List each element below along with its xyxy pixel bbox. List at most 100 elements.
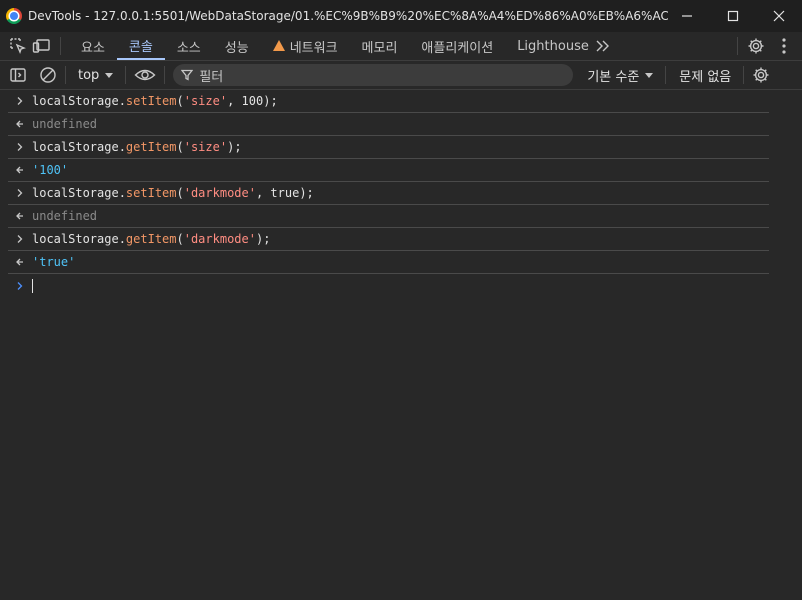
- filter-placeholder: 필터: [199, 69, 224, 85]
- result-arrow-icon: [8, 165, 32, 175]
- clear-icon: [40, 67, 56, 83]
- input-chevron-icon: [8, 96, 32, 106]
- tab-label: Lighthouse: [517, 38, 589, 54]
- sidebar-icon: [10, 68, 26, 82]
- more-options-button[interactable]: [774, 36, 794, 56]
- tab-console[interactable]: 콘솔: [116, 32, 165, 60]
- tab-label: 성능: [224, 40, 249, 56]
- settings-button[interactable]: [746, 36, 766, 56]
- warning-icon: [272, 39, 285, 51]
- console-output-line: '100': [8, 159, 769, 182]
- code-token: (: [176, 232, 184, 246]
- code-token: , true);: [255, 186, 314, 200]
- close-icon: [773, 10, 785, 22]
- maximize-button[interactable]: [710, 0, 756, 32]
- device-toolbar-button[interactable]: [32, 36, 52, 56]
- tab-label: 네트워크: [289, 40, 338, 56]
- console-output-line: 'true': [8, 251, 769, 274]
- issues-counter[interactable]: 문제 없음: [679, 66, 731, 85]
- result-arrow-icon: [8, 257, 32, 267]
- code-token: (: [176, 186, 184, 200]
- tab-label: 소스: [176, 40, 201, 56]
- tabbar-divider: [737, 37, 738, 55]
- console-toolbar: top 필터 기본 수준 문제 없음: [0, 61, 802, 90]
- toolbar-divider: [65, 66, 66, 84]
- code-token: 'true': [32, 255, 76, 269]
- gear-icon: [748, 38, 764, 54]
- console-settings-button[interactable]: [750, 64, 772, 86]
- live-expression-button[interactable]: [132, 64, 158, 86]
- code-token: );: [227, 140, 242, 154]
- console-code: localStorage.setItem('darkmode', true);: [32, 186, 314, 200]
- sidebar-toggle-button[interactable]: [7, 64, 29, 86]
- toolbar-divider: [125, 66, 127, 84]
- toolbar-divider: [164, 66, 166, 84]
- console-input-line: localStorage.getItem('size');: [8, 136, 769, 159]
- tabbar-divider: [60, 37, 61, 55]
- console-code: undefined: [32, 117, 97, 131]
- console-code: localStorage.getItem('darkmode');: [32, 232, 270, 246]
- more-tabs-button[interactable]: [593, 36, 613, 56]
- console-output-line: undefined: [8, 205, 769, 228]
- tab-application[interactable]: 애플리케이션: [409, 32, 505, 60]
- console-code: '100': [32, 163, 68, 177]
- window-controls: [664, 0, 802, 32]
- input-chevron-icon: [8, 234, 32, 244]
- tab-memory[interactable]: 메모리: [350, 32, 410, 60]
- input-chevron-icon: [8, 142, 32, 152]
- window-titlebar: DevTools - 127.0.0.1:5501/WebDataStorage…: [0, 0, 802, 32]
- tab-network[interactable]: 네트워크: [261, 32, 350, 60]
- caret-down-icon: [645, 72, 654, 78]
- code-token: 'darkmode': [183, 186, 256, 200]
- maximize-icon: [727, 10, 739, 22]
- kebab-menu-icon: [782, 38, 786, 54]
- code-token: undefined: [32, 117, 98, 131]
- tab-label: 메모리: [361, 40, 398, 56]
- text-cursor: [32, 278, 33, 293]
- input-chevron-icon: [8, 188, 32, 198]
- console-messages[interactable]: localStorage.setItem('size', 100); undefi…: [0, 90, 802, 600]
- inspect-element-button[interactable]: [8, 36, 28, 56]
- code-token: getItem: [125, 232, 177, 246]
- console-prompt[interactable]: [8, 274, 769, 297]
- code-token: );: [255, 232, 271, 246]
- tab-label: 콘솔: [128, 39, 153, 55]
- code-token: 'size': [183, 140, 228, 154]
- tab-sources[interactable]: 소스: [165, 32, 213, 60]
- close-button[interactable]: [756, 0, 802, 32]
- code-token: localStorage.: [32, 232, 126, 246]
- tab-elements[interactable]: 요소: [69, 32, 117, 60]
- tab-label: 애플리케이션: [421, 40, 494, 56]
- window-title: DevTools - 127.0.0.1:5501/WebDataStorage…: [28, 9, 668, 23]
- clear-console-button[interactable]: [37, 64, 59, 86]
- code-token: 'size': [183, 94, 228, 108]
- console-code: 'true': [32, 255, 75, 269]
- console-code: localStorage.getItem('size');: [32, 140, 242, 154]
- context-selector[interactable]: top: [72, 68, 119, 83]
- code-token: setItem: [125, 186, 177, 200]
- code-token: , 100);: [227, 94, 278, 108]
- console-input-line: localStorage.setItem('darkmode', true);: [8, 182, 769, 205]
- chevron-double-right-icon: [596, 40, 609, 52]
- caret-down-icon: [105, 72, 114, 78]
- log-level-label: 기본 수준: [587, 69, 640, 85]
- code-token: (: [176, 140, 184, 154]
- minimize-button[interactable]: [664, 0, 710, 32]
- tab-performance[interactable]: 성능: [213, 32, 261, 60]
- inspect-icon: [10, 38, 26, 54]
- toolbar-divider: [743, 66, 745, 84]
- console-input-line: localStorage.setItem('size', 100);: [8, 90, 769, 113]
- console-input-line: localStorage.getItem('darkmode');: [8, 228, 769, 251]
- code-token: 'darkmode': [183, 232, 256, 246]
- toolbar-divider: [665, 66, 667, 84]
- code-token: localStorage.: [32, 140, 126, 154]
- chrome-icon: [6, 8, 22, 24]
- code-token: (: [176, 94, 184, 108]
- code-token: getItem: [125, 140, 177, 154]
- log-level-selector[interactable]: 기본 수준: [587, 66, 654, 85]
- code-token: localStorage.: [32, 186, 126, 200]
- device-icon: [32, 39, 50, 53]
- context-label: top: [78, 67, 100, 83]
- filter-input[interactable]: 필터: [173, 64, 574, 86]
- tab-lighthouse[interactable]: Lighthouse: [505, 32, 601, 60]
